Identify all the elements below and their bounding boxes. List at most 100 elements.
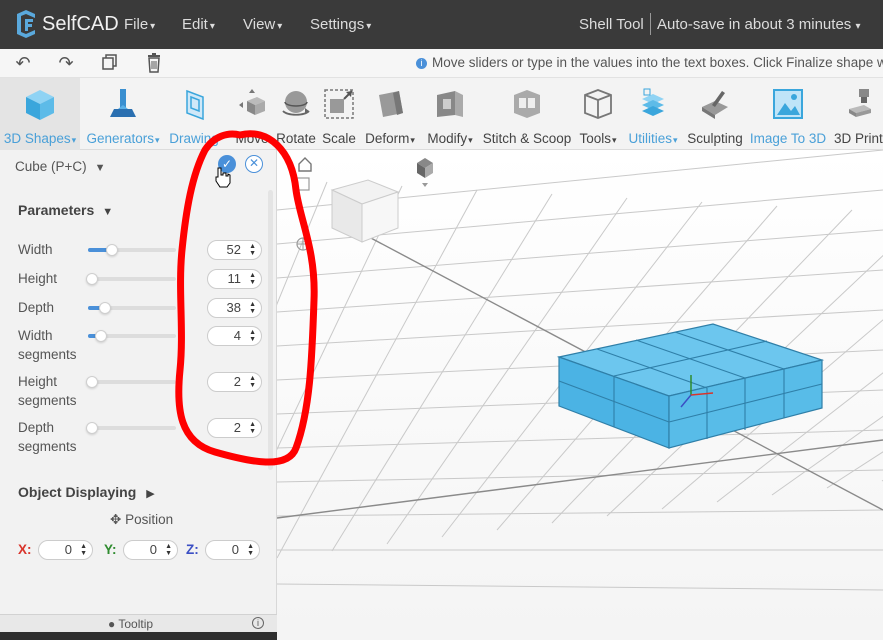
toolbar-utilities[interactable]: Utilities▾: [624, 78, 682, 150]
width-input[interactable]: 52 ▲ ▼: [207, 240, 262, 260]
toolbar-sculpting[interactable]: Sculpting: [686, 78, 744, 150]
menu-settings[interactable]: Settings ▾: [310, 16, 371, 33]
width-segments-input[interactable]: 4 ▲ ▼: [207, 326, 262, 346]
spinner-icon[interactable]: ▲ ▼: [249, 272, 256, 286]
input-value: 2: [233, 420, 241, 435]
view-sphere-icon[interactable]: [296, 237, 310, 251]
finalize-button[interactable]: ✓: [218, 155, 236, 173]
toolbar-label-generators: Generators▾: [86, 131, 159, 146]
spinner-icon[interactable]: ▲ ▼: [249, 329, 256, 343]
depth-segments-input[interactable]: 2 ▲ ▼: [207, 418, 262, 438]
toolbar-drawing[interactable]: Drawing: [168, 78, 220, 150]
app-name: SelfCAD: [42, 12, 119, 35]
spinner-icon[interactable]: ▲ ▼: [165, 543, 172, 557]
spinner-icon[interactable]: ▲ ▼: [249, 243, 256, 257]
caret-down-icon: ▼: [102, 206, 114, 218]
caret-down-icon: ▾: [155, 135, 160, 145]
selfcad-logo[interactable]: SelfCAD: [14, 10, 119, 38]
toolbar-3d-shapes[interactable]: 3D Shapes▾: [0, 78, 80, 150]
slider-knob[interactable]: [95, 330, 108, 342]
param-label: Depth: [18, 300, 55, 315]
coord-label: X:: [18, 542, 32, 557]
param-label: Height segments: [18, 374, 77, 408]
slider-knob[interactable]: [86, 376, 99, 388]
action-bar: ↶ ↷ i Move sliders or type in the values …: [0, 49, 883, 78]
trash-icon[interactable]: [144, 53, 164, 73]
parameters-header[interactable]: Parameters ▼: [18, 202, 113, 218]
toolbar-modify[interactable]: Modify▾: [424, 78, 476, 150]
toolbar-3d-print[interactable]: 3D Print: [832, 78, 883, 150]
parameters-panel: Cube (P+C) ▼ ✓ ✕ Parameters ▼ Width 52 ▲ ▼ H…: [0, 150, 277, 640]
caret-down-icon: ▾: [611, 135, 617, 145]
depth-slider[interactable]: [88, 302, 176, 314]
main-toolbar: 3D Shapes▾ Generators▾ Drawing Move Rota…: [0, 78, 883, 150]
toolbar-generators[interactable]: Generators▾: [84, 78, 162, 150]
menu-view[interactable]: View ▾: [243, 16, 282, 33]
caret-down-icon: ▾: [410, 135, 415, 145]
title-separator: [650, 13, 651, 35]
viewport-canvas[interactable]: [277, 150, 883, 640]
depth-input[interactable]: 38 ▲ ▼: [207, 298, 262, 318]
width-segments-slider[interactable]: [88, 330, 176, 342]
toolbar-rotate[interactable]: Rotate: [276, 78, 316, 150]
toolbar-image-to-3d[interactable]: Image To 3D: [748, 78, 828, 150]
drawing-icon: [186, 89, 204, 121]
input-value: 2: [233, 374, 241, 389]
y-input[interactable]: 0 ▲ ▼: [123, 540, 178, 560]
shape-selector[interactable]: Cube (P+C) ▼: [15, 159, 106, 174]
slider-knob[interactable]: [86, 422, 99, 434]
menu-file[interactable]: File ▾: [124, 16, 155, 33]
info-icon: i: [416, 58, 427, 69]
slider-knob[interactable]: [86, 273, 99, 285]
tooltip-bar[interactable]: ● Tooltip i: [0, 614, 277, 632]
autosave-status[interactable]: Auto-save in about 3 minutes ▾: [657, 16, 861, 33]
height-segments-input[interactable]: 2 ▲ ▼: [207, 372, 262, 392]
toolbar-tools[interactable]: Tools▾: [576, 78, 620, 150]
caret-down-icon: ▾: [71, 135, 77, 145]
spinner-icon[interactable]: ▲ ▼: [249, 375, 256, 389]
toolbar-label-image-to-3d: Image To 3D: [749, 131, 827, 146]
redo-icon[interactable]: ↷: [56, 53, 76, 73]
param-label: Width: [18, 242, 53, 257]
undo-icon[interactable]: ↶: [13, 53, 33, 73]
toolbar-move[interactable]: Move: [234, 78, 270, 150]
close-button[interactable]: ✕: [245, 155, 263, 173]
slider-knob[interactable]: [98, 302, 111, 314]
height-slider[interactable]: [86, 273, 176, 285]
hint-text: i Move sliders or type in the values into…: [416, 55, 883, 70]
toolbar-scale[interactable]: Scale: [322, 78, 356, 150]
x-input[interactable]: 0 ▲ ▼: [38, 540, 93, 560]
width-slider[interactable]: [88, 244, 176, 256]
move-arrows-icon: ✥: [110, 512, 122, 527]
toolbar-deform[interactable]: Deform▾: [362, 78, 418, 150]
image-icon: [773, 89, 803, 119]
toolbar-stitch-scoop[interactable]: Stitch & Scoop: [482, 78, 572, 150]
spinner-icon[interactable]: ▲ ▼: [249, 421, 256, 435]
title-bar: SelfCAD File ▾ Edit ▾ View ▾ Settings ▾ Shel…: [0, 0, 883, 49]
caret-down-icon: ▼: [94, 162, 106, 174]
label-text: 3D Shapes: [3, 131, 71, 146]
caret-down-icon: ▾: [672, 135, 678, 145]
panel-scrollbar[interactable]: [268, 190, 273, 470]
slider-knob[interactable]: [105, 244, 118, 256]
height-input[interactable]: 11 ▲ ▼: [207, 269, 262, 289]
z-input[interactable]: 0 ▲ ▼: [205, 540, 260, 560]
object-displaying-header[interactable]: Object Displaying ▶: [18, 484, 155, 500]
toolbar-label-rotate: Rotate: [276, 131, 316, 146]
param-label: Width segments: [18, 328, 77, 362]
toolbar-label-move: Move: [235, 131, 269, 146]
copy-icon[interactable]: [100, 53, 120, 73]
spinner-icon[interactable]: ▲ ▼: [249, 301, 256, 315]
spinner-icon[interactable]: ▲ ▼: [247, 543, 254, 557]
depth-segments-slider[interactable]: [86, 422, 176, 434]
caret-down-icon: ▾: [277, 21, 283, 32]
info-icon[interactable]: i: [252, 617, 264, 629]
object-displaying-title: Object Displaying: [18, 484, 137, 500]
toolbar-label-deform: Deform▾: [365, 131, 415, 146]
3d-viewport[interactable]: [277, 150, 883, 640]
menu-edit[interactable]: Edit ▾: [182, 16, 215, 33]
spinner-icon[interactable]: ▲ ▼: [80, 543, 87, 557]
caret-down-icon: ▾: [150, 21, 156, 32]
height-segments-slider[interactable]: [86, 376, 176, 388]
cube-icon: [26, 90, 54, 120]
